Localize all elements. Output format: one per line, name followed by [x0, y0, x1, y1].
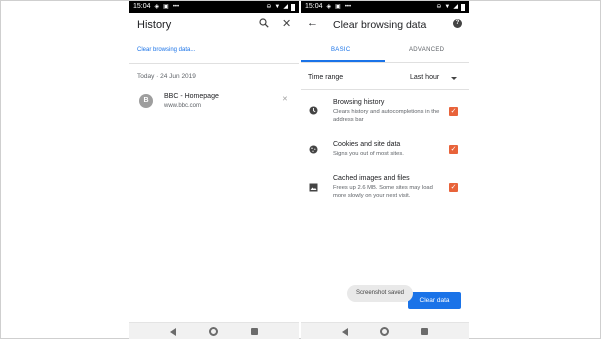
option-title: Cached images and files — [333, 175, 410, 182]
shield-status-icon: ◈ — [326, 4, 332, 10]
history-item-url: www.bbc.com — [164, 103, 202, 109]
divider — [129, 63, 299, 64]
divider — [301, 89, 469, 90]
history-screen: 15:04 ◈ ▣ ••• ⊖ ▼ ◢ History ✕ Clear brow… — [129, 1, 299, 339]
more-notifications-icon: ••• — [344, 4, 352, 10]
history-item-title[interactable]: BBC - Homepage — [164, 93, 219, 100]
system-nav-bar — [301, 322, 469, 339]
toast-message: Screenshot saved — [347, 285, 413, 302]
status-bar: 15:04 ◈ ▣ ••• ⊖ ▼ ◢ — [301, 1, 469, 13]
home-nav-icon[interactable] — [208, 327, 218, 336]
search-icon[interactable] — [259, 18, 269, 31]
image-icon — [309, 183, 318, 192]
cookies-checkbox[interactable]: ✓ — [449, 145, 458, 154]
option-title: Browsing history — [333, 99, 385, 106]
status-time: 15:04 — [133, 3, 151, 10]
remove-item-icon[interactable]: ✕ — [282, 95, 288, 103]
cached-files-checkbox[interactable]: ✓ — [449, 183, 458, 192]
home-nav-icon[interactable] — [380, 327, 389, 336]
option-description: Frees up 2.6 MB. Some sites may load mor… — [333, 185, 433, 199]
time-range-label: Time range — [308, 74, 344, 81]
wifi-icon: ▼ — [274, 4, 281, 10]
clear-browsing-data-link[interactable]: Clear browsing data... — [137, 47, 195, 53]
notification-status-icon: ▣ — [163, 4, 169, 10]
clear-data-button[interactable]: Clear data — [408, 292, 461, 309]
battery-icon — [291, 3, 295, 11]
divider — [301, 62, 469, 63]
back-nav-icon[interactable] — [342, 327, 348, 336]
recents-nav-icon[interactable] — [421, 328, 428, 335]
wifi-icon: ▼ — [444, 4, 451, 10]
signal-icon: ◢ — [283, 4, 288, 10]
page-title: Clear browsing data — [333, 19, 427, 31]
date-header: Today · 24 Jun 2019 — [137, 73, 196, 80]
signal-icon: ◢ — [453, 4, 458, 10]
dnd-icon: ⊖ — [266, 4, 272, 10]
page-title: History — [137, 19, 172, 31]
shield-status-icon: ◈ — [154, 4, 160, 10]
clear-data-screen: 15:04 ◈ ▣ ••• ⊖ ▼ ◢ ← Clear browsing dat… — [301, 1, 469, 339]
back-nav-icon[interactable] — [170, 327, 177, 336]
notification-status-icon: ▣ — [335, 4, 341, 10]
cookie-icon — [309, 145, 318, 154]
option-title: Cookies and site data — [333, 141, 401, 148]
battery-icon — [461, 3, 465, 11]
option-description: Clears history and autocompletions in th… — [333, 109, 440, 123]
time-range-select[interactable]: Last hour — [410, 74, 439, 81]
tab-basic[interactable]: BASIC — [331, 47, 351, 53]
close-icon[interactable]: ✕ — [282, 17, 291, 30]
status-bar: 15:04 ◈ ▣ ••• ⊖ ▼ ◢ — [129, 1, 299, 13]
more-notifications-icon: ••• — [172, 4, 180, 10]
recents-nav-icon[interactable] — [250, 328, 258, 335]
screenshot-frame: 15:04 ◈ ▣ ••• ⊖ ▼ ◢ History ✕ Clear brow… — [0, 0, 601, 339]
tab-advanced[interactable]: ADVANCED — [409, 47, 444, 53]
clock-icon — [309, 106, 318, 115]
help-icon[interactable]: ? — [453, 19, 462, 28]
option-description: Signs you out of most sites. — [333, 151, 404, 157]
back-arrow-icon[interactable]: ← — [307, 17, 318, 29]
dnd-icon: ⊖ — [436, 4, 442, 10]
favicon: B — [139, 94, 153, 108]
browsing-history-checkbox[interactable]: ✓ — [449, 107, 458, 116]
status-time: 15:04 — [305, 3, 323, 10]
chevron-down-icon[interactable] — [451, 77, 457, 80]
system-nav-bar — [129, 322, 299, 339]
